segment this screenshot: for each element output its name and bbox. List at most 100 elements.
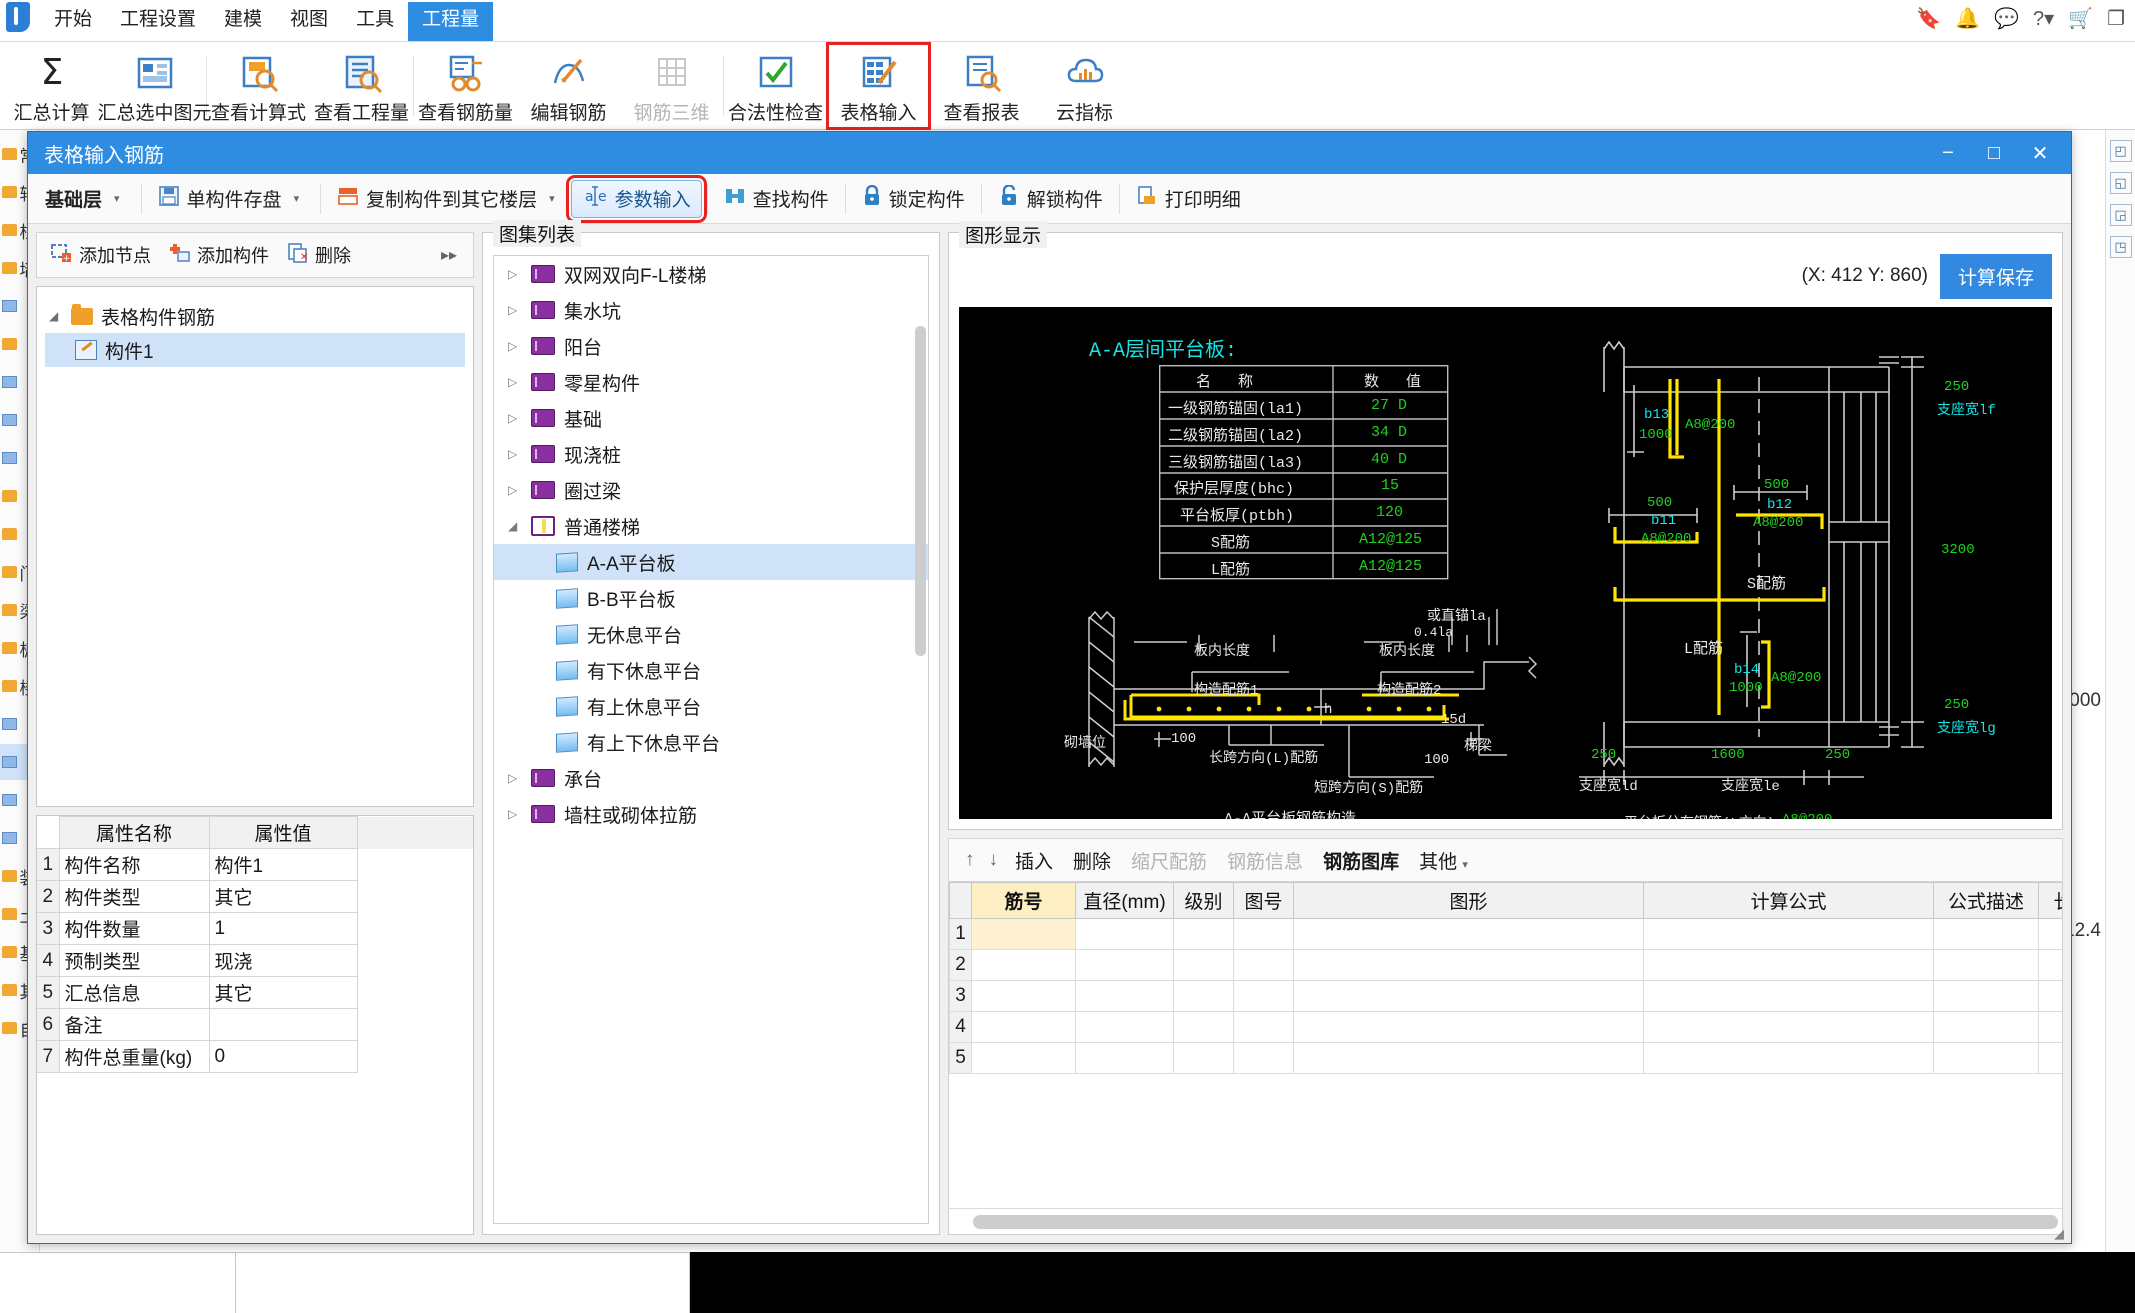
tool-icon-3[interactable]: ◲ bbox=[2109, 204, 2132, 226]
delete-button[interactable]: ✕ 删除 bbox=[279, 238, 359, 272]
cell[interactable] bbox=[1643, 980, 1934, 1012]
cell[interactable] bbox=[971, 1042, 1076, 1074]
notice-icon[interactable]: 🔖 bbox=[1916, 6, 1941, 31]
cell[interactable] bbox=[2038, 980, 2062, 1012]
prop-value[interactable]: 构件1 bbox=[208, 848, 358, 881]
copy-to-other-floor-button[interactable]: 复制构件到其它楼层 ▾ bbox=[326, 180, 571, 218]
cell[interactable] bbox=[1075, 1011, 1174, 1043]
atlas-item-3[interactable]: ▷ 零星构件 bbox=[494, 364, 928, 400]
cell[interactable] bbox=[1233, 949, 1294, 981]
bell-icon[interactable]: 🔔 bbox=[1955, 6, 1980, 31]
tree-node-component-1[interactable]: 构件1 bbox=[45, 333, 465, 367]
collapsed-arrow-icon[interactable]: ▷ bbox=[508, 483, 522, 497]
other-menu-button[interactable]: 其他 ▾ bbox=[1410, 843, 1477, 878]
atlas-item-9[interactable]: B-B平台板 bbox=[494, 580, 928, 616]
ribbon-edit-rebar[interactable]: 编辑钢筋 bbox=[517, 43, 620, 129]
atlas-item-11[interactable]: 有下休息平台 bbox=[494, 652, 928, 688]
atlas-item-2[interactable]: ▷ 阳台 bbox=[494, 328, 928, 364]
cell[interactable] bbox=[1233, 980, 1294, 1012]
col-rebar-no[interactable]: 筋号 bbox=[971, 882, 1076, 919]
atlas-item-1[interactable]: ▷ 集水坑 bbox=[494, 292, 928, 328]
tool-icon-4[interactable]: ◳ bbox=[2109, 236, 2132, 258]
ribbon-summary-selected[interactable]: 汇总选中图元 bbox=[98, 43, 212, 129]
ribbon-cloud-metric[interactable]: 云指标 bbox=[1033, 43, 1136, 129]
table-row[interactable]: 4 预制类型 现浇 bbox=[37, 944, 473, 977]
move-down-button[interactable]: ↓ bbox=[983, 845, 1005, 875]
add-component-button[interactable]: 添加构件 bbox=[161, 238, 277, 272]
table-row[interactable]: 5 bbox=[949, 1042, 2062, 1074]
col-grade[interactable]: 级别 bbox=[1173, 882, 1234, 919]
table-row[interactable]: 2 bbox=[949, 949, 2062, 981]
atlas-scrollbar-thumb[interactable] bbox=[915, 326, 926, 656]
cell[interactable] bbox=[1293, 918, 1644, 950]
cell[interactable] bbox=[1933, 918, 2039, 950]
restore-icon[interactable]: ❐ bbox=[2107, 6, 2125, 31]
atlas-item-12[interactable]: 有上休息平台 bbox=[494, 688, 928, 724]
table-row[interactable]: 5 汇总信息 其它 bbox=[37, 976, 473, 1009]
cell[interactable] bbox=[1933, 1011, 2039, 1043]
collapsed-arrow-icon[interactable]: ▷ bbox=[508, 339, 522, 353]
table-row[interactable]: 7 构件总重量(kg) 0 bbox=[37, 1040, 473, 1073]
cell[interactable] bbox=[1173, 1011, 1234, 1043]
close-icon[interactable]: ✕ bbox=[2017, 134, 2063, 172]
minimize-icon[interactable]: − bbox=[1925, 134, 1971, 172]
cell[interactable] bbox=[1643, 918, 1934, 950]
cell[interactable] bbox=[1293, 980, 1644, 1012]
cell[interactable] bbox=[971, 980, 1076, 1012]
table-row[interactable]: 1 构件名称 构件1 bbox=[37, 848, 473, 881]
delete-row-button[interactable]: 删除 bbox=[1064, 843, 1120, 878]
collapsed-arrow-icon[interactable]: ▷ bbox=[508, 807, 522, 821]
cell[interactable] bbox=[1173, 949, 1234, 981]
cell[interactable] bbox=[971, 1011, 1076, 1043]
cart-icon[interactable]: 🛒 bbox=[2068, 6, 2093, 31]
calc-save-button[interactable]: 计算保存 bbox=[1939, 253, 2052, 299]
cell[interactable] bbox=[1173, 1042, 1234, 1074]
col-length[interactable]: 长度 bbox=[2038, 882, 2062, 919]
cell[interactable] bbox=[1233, 918, 1294, 950]
collapsed-arrow-icon[interactable]: ▷ bbox=[508, 375, 522, 389]
find-component-button[interactable]: 查找构件 bbox=[713, 180, 840, 218]
cell[interactable] bbox=[1233, 1011, 1294, 1043]
add-node-button[interactable]: + 添加节点 bbox=[43, 238, 159, 272]
cell[interactable] bbox=[1173, 980, 1234, 1012]
collapsed-arrow-icon[interactable]: ▷ bbox=[508, 303, 522, 317]
prop-value[interactable]: 其它 bbox=[208, 976, 358, 1009]
cell[interactable] bbox=[1173, 918, 1234, 950]
collapsed-arrow-icon[interactable]: ▷ bbox=[508, 447, 522, 461]
cell[interactable] bbox=[1075, 949, 1174, 981]
table-row[interactable]: 1 bbox=[949, 918, 2062, 950]
ribbon-view-quantity[interactable]: 查看工程量 bbox=[310, 43, 413, 129]
cell[interactable] bbox=[1293, 949, 1644, 981]
col-formula-desc[interactable]: 公式描述 bbox=[1933, 882, 2039, 919]
col-figure-no[interactable]: 图号 bbox=[1233, 882, 1294, 919]
cell[interactable] bbox=[1643, 1042, 1934, 1074]
cell[interactable] bbox=[1933, 949, 2039, 981]
cell[interactable] bbox=[1933, 980, 2039, 1012]
maximize-icon[interactable]: □ bbox=[1971, 134, 2017, 172]
cell[interactable] bbox=[1933, 1042, 2039, 1074]
ribbon-view-formula[interactable]: 查看计算式 bbox=[207, 43, 310, 129]
cell[interactable] bbox=[1643, 1011, 1934, 1043]
collapsed-arrow-icon[interactable]: ▷ bbox=[508, 771, 522, 785]
tab-start[interactable]: 开始 bbox=[40, 2, 106, 41]
save-component-button[interactable]: 单构件存盘 ▾ bbox=[147, 180, 316, 218]
cell[interactable] bbox=[1643, 949, 1934, 981]
grid-horizontal-scrollbar[interactable] bbox=[949, 1208, 2062, 1234]
cell[interactable] bbox=[1075, 980, 1174, 1012]
rebar-info-button[interactable]: 钢筋信息 bbox=[1218, 843, 1312, 878]
atlas-item-6[interactable]: ▷ 圈过梁 bbox=[494, 472, 928, 508]
atlas-item-0[interactable]: ▷ 双网双向F-L楼梯 bbox=[494, 256, 928, 292]
ribbon-view-report[interactable]: 查看报表 bbox=[930, 43, 1033, 129]
atlas-item-5[interactable]: ▷ 现浇桩 bbox=[494, 436, 928, 472]
scrollbar-thumb[interactable] bbox=[973, 1214, 2058, 1229]
ribbon-summary-calc[interactable]: Σ 汇总计算 bbox=[0, 43, 103, 129]
chat-icon[interactable]: 💬 bbox=[1994, 6, 2019, 31]
col-shape[interactable]: 图形 bbox=[1293, 882, 1644, 919]
tab-view[interactable]: 视图 bbox=[276, 2, 342, 41]
cell[interactable] bbox=[971, 918, 1076, 950]
atlas-item-8[interactable]: A-A平台板 bbox=[494, 544, 928, 580]
collapsed-arrow-icon[interactable]: ▷ bbox=[508, 267, 522, 281]
table-row[interactable]: 3 bbox=[949, 980, 2062, 1012]
prop-value[interactable]: 现浇 bbox=[208, 944, 358, 977]
expanded-arrow-icon[interactable]: ◢ bbox=[508, 519, 522, 533]
